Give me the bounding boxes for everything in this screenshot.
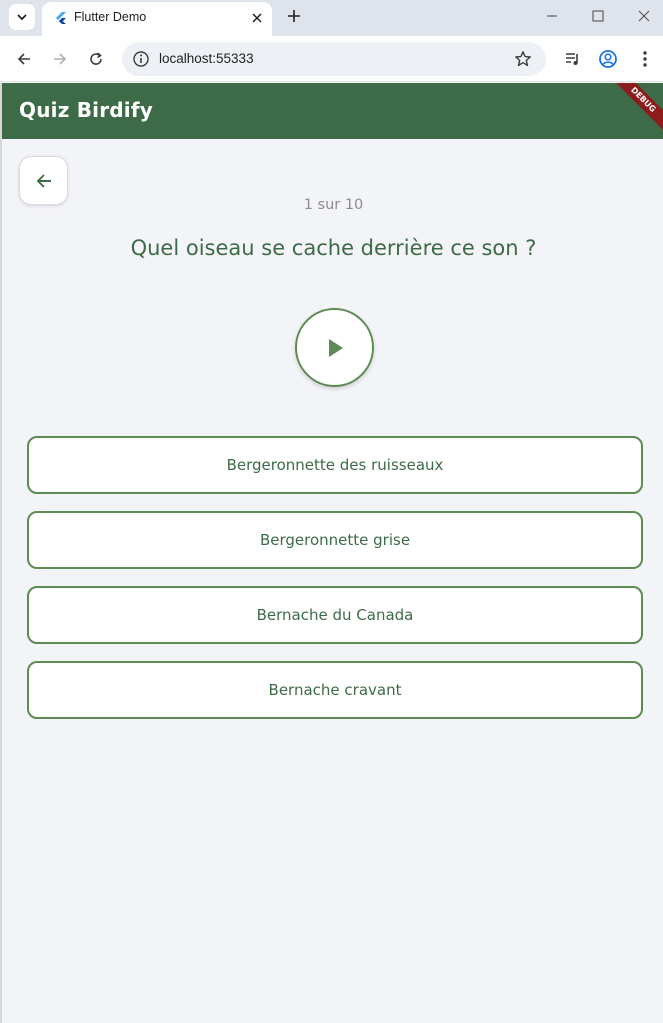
forward-nav-button[interactable] [48,47,72,71]
maximize-button[interactable] [588,6,608,26]
close-icon [638,10,650,22]
back-nav-button[interactable] [12,47,36,71]
reload-icon [90,52,102,65]
playlist-icon [566,53,578,65]
play-sound-button[interactable] [295,308,374,387]
more-vert-icon [643,51,647,67]
url-text[interactable]: localhost:55333 [159,51,254,66]
star-icon[interactable] [514,50,532,68]
maximize-icon [592,10,604,22]
tab-close-button[interactable] [248,9,266,27]
flutter-icon [56,12,66,24]
question-progress: 1 sur 10 [303,197,364,213]
info-icon[interactable] [132,50,150,68]
app-title: Quiz Birdify [19,98,153,122]
new-tab-button[interactable] [284,6,304,26]
minimize-button[interactable] [542,6,562,26]
reload-button[interactable] [84,47,108,71]
plus-icon [288,10,300,22]
answer-option[interactable]: Bergeronnette grise [27,511,643,569]
tab-title: Flutter Demo [74,10,147,24]
arrow-left-icon [36,173,51,188]
tab-search-button[interactable] [9,4,35,30]
browser-tab[interactable]: Flutter Demo [42,2,272,36]
close-icon [252,13,262,23]
account-icon [599,50,617,68]
menu-button[interactable] [633,47,657,71]
arrow-left-icon [17,53,30,65]
debug-banner: DEBUG [609,83,663,134]
play-icon [328,338,343,357]
app-bar: Quiz Birdify DEBUG [2,83,663,139]
browser-toolbar: localhost:55333 [0,36,663,82]
app-viewport: Quiz Birdify DEBUG 1 sur 10 Quel oiseau … [0,83,663,1023]
address-bar[interactable]: localhost:55333 [122,42,546,76]
close-window-button[interactable] [634,6,654,26]
chevron-down-icon [17,14,27,21]
media-control-button[interactable] [561,47,585,71]
profile-button[interactable] [596,47,620,71]
answer-option[interactable]: Bergeronnette des ruisseaux [27,436,643,494]
tab-strip: Flutter Demo [0,0,663,36]
question-text: Quel oiseau se cache derrière ce son ? [130,236,537,260]
arrow-right-icon [54,53,67,65]
answer-option[interactable]: Bernache cravant [27,661,643,719]
minimize-icon [547,15,557,17]
answer-option[interactable]: Bernache du Canada [27,586,643,644]
